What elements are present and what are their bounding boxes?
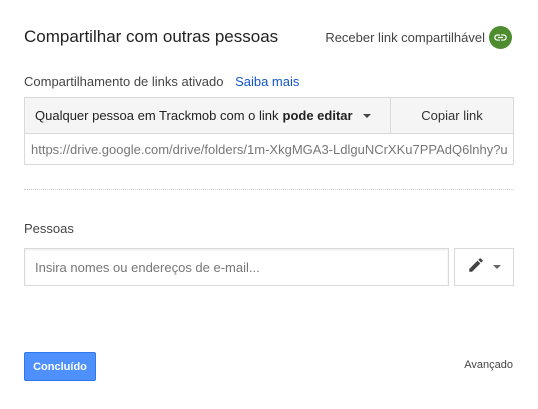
chevron-down-icon xyxy=(493,265,501,269)
link-sharing-status: Compartilhamento de links ativado Saiba … xyxy=(24,74,299,90)
copy-link-button[interactable]: Copiar link xyxy=(391,98,513,134)
people-input[interactable] xyxy=(24,248,449,286)
link-sharing-status-text: Compartilhamento de links ativado xyxy=(24,74,224,89)
done-button[interactable]: Concluído xyxy=(24,352,96,381)
learn-more-link[interactable]: Saiba mais xyxy=(235,74,299,89)
get-shareable-link-label[interactable]: Receber link compartilhável xyxy=(325,28,485,48)
get-shareable-link[interactable]: Receber link compartilhável xyxy=(325,26,512,49)
chevron-down-icon xyxy=(362,113,371,118)
link-permission-value: pode editar xyxy=(282,108,353,123)
link-permission-prefix: Qualquer pessoa em Trackmob com o link xyxy=(35,108,279,123)
pencil-icon xyxy=(467,256,485,279)
share-dialog: Compartilhar com outras pessoas Receber … xyxy=(0,0,538,409)
advanced-link[interactable]: Avançado xyxy=(464,359,513,371)
link-permission-dropdown[interactable]: Qualquer pessoa em Trackmob com o link p… xyxy=(25,98,391,134)
section-divider xyxy=(24,189,514,190)
link-icon[interactable] xyxy=(489,26,512,49)
link-settings-box: Qualquer pessoa em Trackmob com o link p… xyxy=(24,97,514,165)
share-url-field[interactable] xyxy=(25,134,513,164)
people-label: Pessoas xyxy=(24,221,74,236)
people-permission-button[interactable] xyxy=(454,248,514,286)
dialog-title: Compartilhar com outras pessoas xyxy=(24,27,279,46)
